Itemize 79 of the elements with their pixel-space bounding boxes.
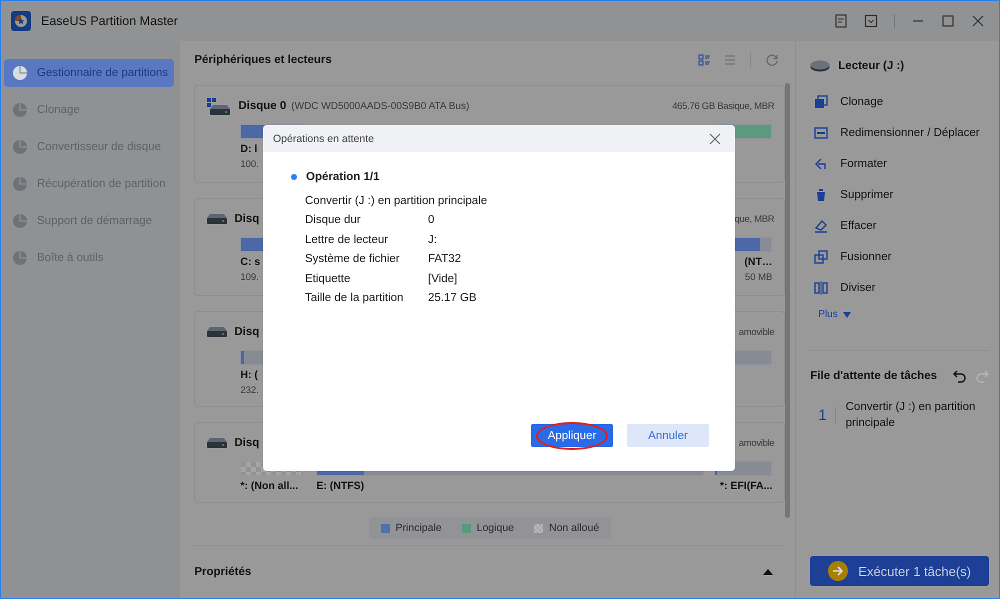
- action-icon: [814, 126, 828, 140]
- partition-label: D: l: [240, 143, 258, 155]
- detail-label: Disque dur: [305, 214, 362, 226]
- section-title: Propriétés: [194, 566, 252, 578]
- partition-label: (NT…: [744, 256, 772, 268]
- scrollbar[interactable]: [785, 83, 790, 518]
- disk-info: 465.76 GB Basique, MBR: [672, 100, 774, 112]
- dialog-title: Opérations en attente: [273, 132, 374, 144]
- undo-icon[interactable]: [953, 369, 967, 383]
- cancel-button[interactable]: Annuler: [627, 424, 709, 447]
- disk-name: Disque 0: [238, 100, 286, 112]
- menu-item-icon: [12, 102, 28, 118]
- disk-model: (WDC WD5000AADS-00S9B0 ATA Bus): [291, 100, 470, 112]
- action-item[interactable]: Supprimer: [810, 179, 989, 210]
- partition-label: *: (Non all...: [240, 480, 300, 492]
- partition-label: H: (: [240, 369, 259, 381]
- disk-info: amovible: [738, 438, 774, 448]
- download-icon[interactable]: [864, 14, 878, 28]
- menu-item-icon: [12, 213, 28, 229]
- partition-size: 50 MB: [744, 272, 772, 283]
- detail-value: J:: [428, 234, 437, 246]
- action-icon: [814, 94, 828, 108]
- section-title: Périphériques et lecteurs: [194, 54, 332, 66]
- menu-item-icon: [12, 250, 28, 266]
- action-icon: [814, 218, 828, 232]
- app-logo-icon: [11, 11, 31, 31]
- detail-label: Système de fichier: [305, 253, 401, 266]
- menu-item-icon: [12, 65, 28, 81]
- detail-value: FAT32: [428, 253, 462, 266]
- menu-item-icon: [12, 176, 28, 192]
- partition-label: E: (NTFS): [316, 480, 366, 492]
- disk-info: que, MBR: [734, 214, 774, 224]
- drive-icon: [810, 60, 830, 72]
- bullet-icon: [291, 174, 297, 180]
- detail-label: Taille de la partition: [305, 292, 404, 304]
- legend-label: Logique: [476, 522, 514, 534]
- detail-value: 25.17 GB: [428, 292, 477, 304]
- disk-name: Disq: [234, 437, 260, 449]
- partition-size: 109.: [240, 272, 260, 283]
- partition-size: 100.: [240, 159, 260, 170]
- close-icon[interactable]: [971, 14, 985, 28]
- legend-label: Non alloué: [549, 522, 600, 534]
- list-view-icon[interactable]: [698, 54, 710, 66]
- disk-name: Disq: [234, 213, 260, 225]
- collapse-icon[interactable]: [763, 568, 774, 576]
- action-item[interactable]: Formater: [810, 148, 989, 179]
- detail-value: 0: [428, 214, 434, 226]
- operation-title: Opération 1/1: [306, 171, 380, 183]
- detail-label: Lettre de lecteur: [305, 234, 390, 246]
- action-item[interactable]: Effacer: [810, 210, 989, 241]
- partition-label: C: s: [240, 256, 262, 268]
- disk-name: Disq: [234, 326, 260, 338]
- partition-label: *: EFI(FA...: [720, 480, 772, 492]
- window-title: EaseUS Partition Master: [41, 14, 178, 28]
- drive-title: Lecteur (J :): [838, 60, 904, 72]
- detail-value: [Vide]: [428, 272, 458, 285]
- task-text: Convertir (J :) en partition principale: [846, 400, 976, 431]
- task-number: 1: [818, 406, 836, 424]
- apply-button[interactable]: Appliquer: [531, 424, 613, 447]
- action-item[interactable]: Clonage: [810, 86, 989, 117]
- menu-item-icon: [12, 139, 28, 155]
- queue-title: File d'attente de tâches: [810, 370, 937, 382]
- partition-size: 232.: [240, 385, 260, 396]
- disk-info: amovible: [738, 326, 774, 338]
- maximize-icon[interactable]: [941, 14, 955, 28]
- legend-label: Principale: [396, 522, 442, 534]
- action-icon: [814, 250, 828, 264]
- action-icon: [814, 156, 828, 170]
- more-link[interactable]: Plus: [810, 303, 851, 320]
- operation-description: Convertir (J :) en partition principale: [305, 194, 488, 209]
- close-icon[interactable]: [709, 132, 721, 144]
- note-icon[interactable]: [834, 14, 848, 28]
- detail-label: Etiquette: [305, 272, 352, 285]
- caret-icon: [842, 312, 851, 318]
- action-item[interactable]: Redimensionner / Déplacer: [810, 117, 989, 148]
- execute-button[interactable]: Exécuter 1 tâche(s): [810, 556, 989, 586]
- action-item[interactable]: Fusionner: [810, 241, 989, 272]
- action-icon: [814, 280, 828, 294]
- action-item[interactable]: Diviser: [810, 272, 989, 303]
